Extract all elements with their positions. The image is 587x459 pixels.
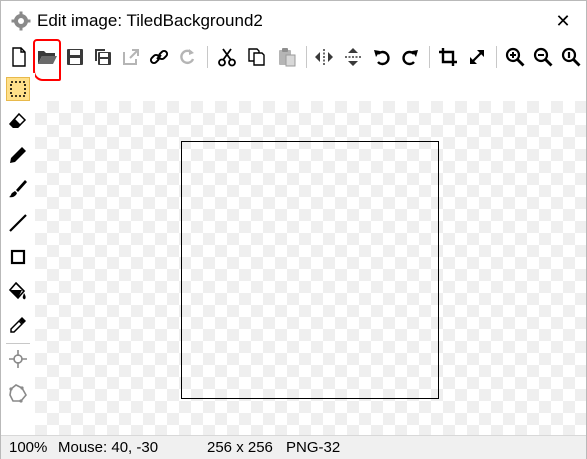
tool-sidebar: [1, 73, 35, 435]
close-button[interactable]: ✕: [540, 1, 586, 41]
crop-button[interactable]: [436, 45, 460, 69]
polygon-icon: [9, 384, 27, 403]
toolbar-separator: [306, 46, 307, 68]
new-image-icon: [12, 47, 26, 67]
refresh-icon: [180, 49, 195, 65]
line-icon: [9, 214, 27, 232]
selection-tool-button[interactable]: [6, 77, 30, 101]
rotate-left-icon: [374, 50, 390, 66]
origin-tool-button[interactable]: [6, 347, 30, 371]
zoom-actual-button[interactable]: [559, 45, 583, 69]
brush-tool-button[interactable]: [6, 177, 30, 201]
status-bar: 100% Mouse: 40, -30 256 x 256 PNG-32: [1, 435, 586, 459]
zoom-in-icon: [505, 47, 525, 67]
selection-icon: [10, 81, 26, 97]
save-as-icon: [95, 49, 111, 65]
zoom-out-button[interactable]: [531, 45, 555, 69]
image-bounds[interactable]: [181, 141, 439, 399]
rotate-right-button[interactable]: [398, 45, 422, 69]
pencil-tool-button[interactable]: [6, 143, 30, 167]
zoom-actual-icon: [561, 47, 581, 67]
save-as-button[interactable]: [91, 45, 115, 69]
link-button[interactable]: [147, 45, 171, 69]
crosshair-icon: [9, 350, 27, 368]
cut-icon: [218, 48, 236, 67]
crop-icon: [439, 48, 457, 66]
image-size: 256 x 256: [207, 439, 273, 456]
refresh-button[interactable]: [175, 45, 199, 69]
new-image-button[interactable]: [7, 45, 31, 69]
eraser-icon: [8, 112, 27, 128]
rotate-right-icon: [402, 50, 418, 66]
mouse-position: Mouse: 40, -30: [58, 439, 159, 456]
annotation-highlight: [33, 39, 61, 81]
eraser-tool-button[interactable]: [6, 109, 30, 133]
rectangle-icon: [10, 249, 26, 265]
save-icon: [67, 49, 83, 65]
window-title: Edit image: TiledBackground2: [37, 11, 263, 30]
color-picker-tool-button[interactable]: [6, 313, 30, 337]
flip-horizontal-button[interactable]: [312, 45, 336, 69]
rotate-left-button[interactable]: [370, 45, 394, 69]
flip-horizontal-icon: [315, 49, 333, 65]
gear-icon: [11, 11, 31, 31]
paste-icon: [279, 48, 296, 67]
line-tool-button[interactable]: [6, 211, 30, 235]
resize-icon: [470, 50, 484, 64]
flip-vertical-button[interactable]: [341, 45, 365, 69]
rectangle-tool-button[interactable]: [6, 245, 30, 269]
save-button[interactable]: [63, 45, 87, 69]
shape-tool-button[interactable]: [6, 381, 30, 405]
cut-button[interactable]: [215, 45, 239, 69]
image-editor-window: Edit image: TiledBackground2 ✕ 100% Mous…: [0, 0, 587, 459]
flip-vertical-icon: [345, 48, 361, 66]
pencil-icon: [10, 147, 26, 163]
export-button[interactable]: [119, 45, 143, 69]
sidebar-separator: [6, 343, 30, 344]
toolbar-separator: [207, 46, 208, 68]
link-icon: [149, 49, 169, 65]
paste-button[interactable]: [275, 45, 299, 69]
fill-tool-button[interactable]: [6, 279, 30, 303]
copy-button[interactable]: [245, 45, 269, 69]
brush-icon: [9, 180, 27, 198]
zoom-out-icon: [533, 47, 553, 67]
export-icon: [123, 49, 139, 65]
zoom-in-button[interactable]: [503, 45, 527, 69]
toolbar-separator: [429, 46, 430, 68]
zoom-level: 100%: [9, 439, 48, 456]
title-bar[interactable]: Edit image: TiledBackground2 ✕: [1, 1, 586, 41]
toolbar: [1, 41, 586, 73]
image-canvas[interactable]: [35, 101, 586, 435]
resize-button[interactable]: [465, 45, 489, 69]
copy-icon: [248, 48, 265, 66]
eyedropper-icon: [10, 317, 26, 333]
close-icon: ✕: [555, 10, 571, 31]
toolbar-separator: [496, 46, 497, 68]
image-format: PNG-32: [286, 439, 341, 456]
paint-bucket-icon: [8, 281, 26, 300]
